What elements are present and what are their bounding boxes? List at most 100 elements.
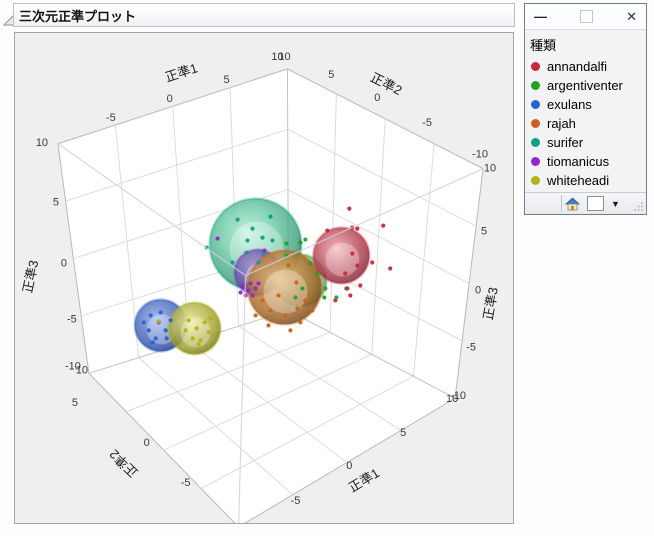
data-point-exulans[interactable] — [169, 318, 173, 322]
data-point-annandalfi[interactable] — [350, 251, 354, 255]
data-point-annandalfi[interactable] — [370, 260, 374, 264]
data-point-whiteheadi[interactable] — [191, 336, 195, 340]
data-point-annandalfi[interactable] — [343, 271, 347, 275]
data-point-surifer[interactable] — [270, 238, 274, 242]
legend-item-tiomanicus[interactable]: tiomanicus — [529, 152, 642, 171]
data-point-tiomanicus[interactable] — [250, 293, 254, 297]
data-point-tiomanicus[interactable] — [253, 286, 257, 290]
data-point-rajah[interactable] — [266, 323, 270, 327]
color-swatch-button[interactable] — [587, 196, 604, 211]
data-point-rajah[interactable] — [303, 298, 307, 302]
data-point-exulans[interactable] — [164, 328, 168, 332]
data-point-tiomanicus[interactable] — [248, 281, 252, 285]
data-point-surifer[interactable] — [230, 260, 234, 264]
data-point-surifer[interactable] — [260, 235, 264, 239]
data-point-exulans[interactable] — [165, 336, 169, 340]
data-point-argentiventer[interactable] — [293, 295, 297, 299]
data-point-annandalfi[interactable] — [388, 266, 392, 270]
legend-item-argentiventer[interactable]: argentiventer — [529, 76, 642, 95]
data-point-surifer[interactable] — [235, 218, 239, 222]
data-point-rajah[interactable] — [310, 308, 314, 312]
tick-label-axis3_right: 10 — [484, 163, 496, 175]
data-point-rajah[interactable] — [288, 328, 292, 332]
legend-marker-icon — [531, 157, 540, 166]
ellipsoid-core-rajah — [264, 270, 308, 314]
data-point-annandalfi[interactable] — [333, 298, 337, 302]
data-point-rajah[interactable] — [260, 298, 264, 302]
data-point-rajah[interactable] — [298, 320, 302, 324]
data-point-argentiventer[interactable] — [308, 261, 312, 265]
data-point-surifer[interactable] — [268, 215, 272, 219]
data-point-argentiventer[interactable] — [323, 286, 327, 290]
data-point-annandalfi[interactable] — [348, 293, 352, 297]
data-point-tiomanicus[interactable] — [246, 288, 250, 292]
data-point-tiomanicus[interactable] — [238, 290, 242, 294]
legend-item-label: whiteheadi — [547, 173, 609, 188]
legend-item-rajah[interactable]: rajah — [529, 114, 642, 133]
data-point-annandalfi[interactable] — [381, 224, 385, 228]
dropdown-caret-icon[interactable]: ▼ — [611, 199, 620, 209]
data-point-annandalfi[interactable] — [347, 207, 351, 211]
report-titlebar[interactable]: 三次元正準プロット — [13, 3, 515, 27]
data-point-exulans[interactable] — [159, 310, 163, 314]
data-point-rajah[interactable] — [295, 306, 299, 310]
data-point-whiteheadi[interactable] — [199, 338, 203, 342]
data-point-annandalfi[interactable] — [358, 283, 362, 287]
minimize-icon[interactable]: — — [534, 9, 547, 24]
data-point-rajah[interactable] — [253, 313, 257, 317]
data-point-argentiventer[interactable] — [303, 237, 307, 241]
data-point-tiomanicus[interactable] — [262, 248, 266, 252]
data-point-exulans[interactable] — [142, 320, 146, 324]
data-point-argentiventer[interactable] — [300, 286, 304, 290]
data-point-exulans[interactable] — [147, 328, 151, 332]
data-point-surifer[interactable] — [256, 260, 260, 264]
data-point-rajah[interactable] — [268, 308, 272, 312]
tick-label-axis1_top: -5 — [106, 112, 116, 124]
data-point-argentiventer[interactable] — [298, 240, 302, 244]
data-point-tiomanicus[interactable] — [256, 281, 260, 285]
data-point-exulans[interactable] — [149, 313, 153, 317]
canonical-3d-plot[interactable]: -505101050-5-101050-5-101050-5-505101050… — [15, 33, 513, 523]
data-point-rajah[interactable] — [286, 263, 290, 267]
legend-marker-icon — [531, 138, 540, 147]
data-point-argentiventer[interactable] — [315, 271, 319, 275]
legend-item-annandalfi[interactable]: annandalfi — [529, 57, 642, 76]
data-point-annandalfi[interactable] — [355, 227, 359, 231]
data-point-rajah[interactable] — [283, 313, 287, 317]
data-point-surifer[interactable] — [244, 250, 248, 254]
data-point-annandalfi[interactable] — [325, 229, 329, 233]
tick-label-axis1_bottom: 0 — [346, 460, 352, 472]
legend-titlebar[interactable]: — ✕ — [525, 4, 646, 30]
tick-label-axis3_left: 10 — [36, 137, 48, 149]
data-point-exulans[interactable] — [154, 336, 158, 340]
data-point-surifer[interactable] — [245, 238, 249, 242]
data-point-whiteheadi[interactable] — [195, 326, 199, 330]
data-point-annandalfi[interactable] — [345, 286, 349, 290]
data-point-annandalfi[interactable] — [355, 263, 359, 267]
resize-grip[interactable] — [633, 201, 644, 212]
close-icon[interactable]: ✕ — [626, 9, 637, 25]
data-point-whiteheadi[interactable] — [184, 328, 188, 332]
tick-label-axis2_top: 0 — [374, 92, 380, 104]
tick-label-axis2_top: 10 — [278, 51, 290, 63]
home-icon[interactable] — [565, 197, 580, 211]
legend-item-whiteheadi[interactable]: whiteheadi — [529, 171, 642, 190]
data-point-tiomanicus[interactable] — [215, 236, 219, 240]
legend-item-surifer[interactable]: surifer — [529, 133, 642, 152]
data-point-surifer[interactable] — [250, 227, 254, 231]
data-point-whiteheadi[interactable] — [187, 318, 191, 322]
legend-item-exulans[interactable]: exulans — [529, 95, 642, 114]
data-point-argentiventer[interactable] — [322, 295, 326, 299]
data-point-whiteheadi[interactable] — [203, 320, 207, 324]
legend-items: annandalfiargentiventerexulansrajahsurif… — [529, 57, 642, 190]
data-point-whiteheadi[interactable] — [197, 342, 201, 346]
data-point-exulans[interactable] — [151, 340, 155, 344]
data-point-rajah[interactable] — [276, 293, 280, 297]
data-point-whiteheadi[interactable] — [207, 330, 211, 334]
data-point-rajah[interactable] — [294, 280, 298, 284]
maximize-icon[interactable] — [580, 10, 593, 23]
data-point-argentiventer[interactable] — [284, 241, 288, 245]
data-point-whiteheadi[interactable] — [209, 316, 213, 320]
data-point-whiteheadi[interactable] — [157, 319, 161, 323]
tick-label-axis1_top: 0 — [167, 93, 173, 105]
